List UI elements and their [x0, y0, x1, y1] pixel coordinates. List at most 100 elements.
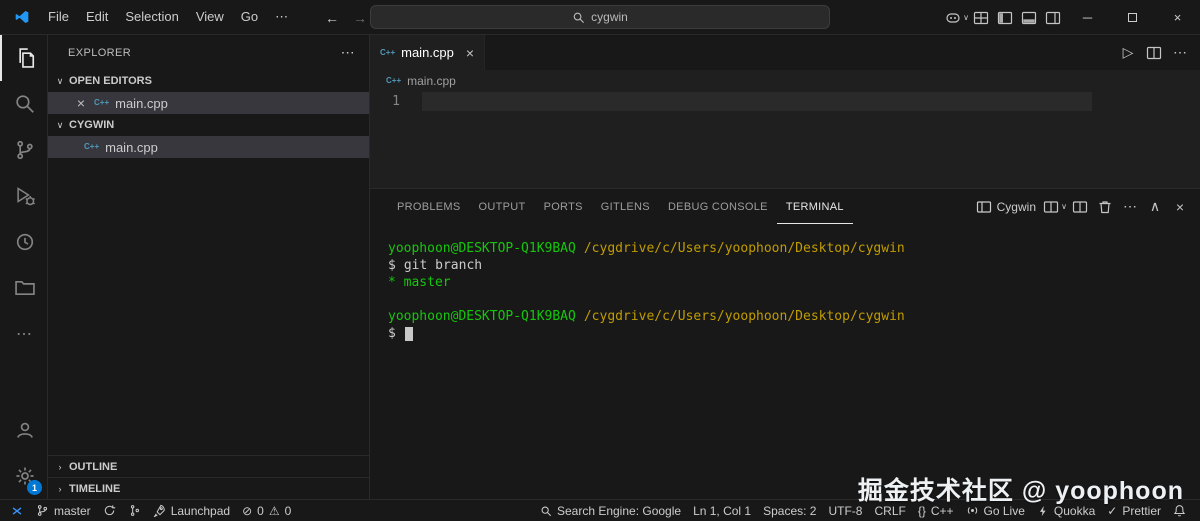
- cpp-file-icon: C++: [84, 142, 100, 151]
- terminal-profile-label: Cygwin: [996, 199, 1036, 214]
- errors-icon: ⊘: [242, 503, 253, 518]
- maximize-button[interactable]: [1110, 0, 1155, 35]
- launchpad-button[interactable]: Launchpad: [147, 500, 236, 521]
- explorer-sidebar: EXPLORER ⋯ ∨ OPEN EDITORS × C++ main.cpp…: [48, 35, 370, 499]
- terminal-input-line[interactable]: $: [388, 325, 1200, 342]
- bottom-panel: PROBLEMS OUTPUT PORTS GITLENS DEBUG CONS…: [370, 188, 1200, 499]
- terminal-user: yoophoon@DESKTOP-Q1K9BAQ: [388, 241, 576, 256]
- menu-file[interactable]: File: [40, 6, 77, 28]
- prompt-symbol: $: [388, 326, 396, 341]
- open-editor-name: main.cpp: [115, 95, 168, 111]
- titlebar: File Edit Selection View Go ⋯ ← → cygwin…: [0, 0, 1200, 35]
- panel-header: PROBLEMS OUTPUT PORTS GITLENS DEBUG CONS…: [370, 189, 1200, 224]
- tab-close-icon[interactable]: ×: [466, 45, 474, 61]
- terminal-output[interactable]: yoophoon@DESKTOP-Q1K9BAQ/cygdrive/c/User…: [370, 224, 1200, 342]
- open-editors-header[interactable]: ∨ OPEN EDITORS: [48, 70, 369, 92]
- maximize-icon: [1128, 13, 1137, 22]
- tab-main-cpp[interactable]: C++ main.cpp ×: [370, 35, 486, 70]
- settings-gear-icon[interactable]: 1: [0, 453, 47, 499]
- toggle-primary-sidebar-icon[interactable]: [993, 6, 1017, 30]
- panel-actions: Cygwin ∨ ⋯ ∧ ×: [970, 195, 1192, 219]
- branch-name: master: [54, 503, 91, 518]
- workspace-label: CYGWIN: [69, 119, 115, 131]
- open-editor-item[interactable]: × C++ main.cpp: [48, 92, 369, 114]
- line-number: 1: [392, 94, 400, 109]
- panel-tab-terminal[interactable]: TERMINAL: [777, 189, 853, 224]
- panel-tab-ports[interactable]: PORTS: [535, 189, 592, 224]
- menu-selection[interactable]: Selection: [117, 6, 186, 28]
- git-branch-status[interactable]: master: [30, 500, 97, 521]
- nav-back-icon[interactable]: ←: [320, 0, 344, 35]
- sync-icon[interactable]: [97, 500, 122, 521]
- activity-folder-icon[interactable]: [0, 265, 47, 311]
- toggle-panel-icon[interactable]: [1017, 6, 1041, 30]
- sidebar-header: EXPLORER ⋯: [48, 35, 369, 70]
- activity-run-debug-icon[interactable]: [0, 173, 47, 219]
- activity-search-icon[interactable]: [0, 81, 47, 127]
- close-editor-icon[interactable]: ×: [74, 96, 88, 110]
- nav-forward-icon[interactable]: →: [348, 0, 372, 35]
- remote-indicator[interactable]: [4, 500, 30, 521]
- statusbar-left: master Launchpad ⊘ 0 ⚠ 0: [4, 500, 297, 521]
- split-terminal-icon[interactable]: [1068, 195, 1092, 219]
- workbench: ⋯ 1 EXPLORER ⋯ ∨ OPEN EDITORS × C++ main…: [0, 35, 1200, 499]
- vscode-logo-icon: [14, 9, 30, 25]
- sidebar-title: EXPLORER: [68, 46, 132, 59]
- file-item-main-cpp[interactable]: C++ main.cpp: [48, 136, 369, 158]
- cpp-file-icon: C++: [386, 76, 402, 85]
- menu-more-icon[interactable]: ⋯: [267, 6, 296, 28]
- breadcrumb-item[interactable]: main.cpp: [407, 74, 456, 88]
- panel-tab-problems[interactable]: PROBLEMS: [388, 189, 470, 224]
- open-editors-label: OPEN EDITORS: [69, 75, 152, 87]
- workspace-header[interactable]: ∨ CYGWIN: [48, 114, 369, 136]
- panel-tab-gitlens[interactable]: GITLENS: [592, 189, 659, 224]
- menu-view[interactable]: View: [188, 6, 232, 28]
- problems-indicator[interactable]: ⊘ 0 ⚠ 0: [236, 500, 297, 521]
- maximize-panel-icon[interactable]: ∧: [1143, 195, 1167, 219]
- close-window-button[interactable]: ×: [1155, 0, 1200, 35]
- kill-terminal-icon[interactable]: [1093, 195, 1117, 219]
- activity-history-icon[interactable]: [0, 219, 47, 265]
- timeline-label: TIMELINE: [69, 482, 121, 495]
- toggle-secondary-sidebar-icon[interactable]: [1041, 6, 1065, 30]
- outline-header[interactable]: › OUTLINE: [48, 455, 369, 477]
- code-line: 1: [370, 92, 1200, 111]
- chevron-down-icon: ∨: [56, 119, 64, 130]
- breadcrumb[interactable]: C++ main.cpp: [370, 70, 1200, 92]
- editor-code-area[interactable]: 1: [370, 92, 1200, 188]
- chevron-right-icon: ›: [58, 461, 62, 472]
- minimize-button[interactable]: ─: [1065, 0, 1110, 35]
- indentation-status[interactable]: Spaces: 2: [757, 500, 822, 521]
- panel-tab-debug-console[interactable]: DEBUG CONSOLE: [659, 189, 777, 224]
- activity-more-icon[interactable]: ⋯: [0, 311, 47, 357]
- menu-edit[interactable]: Edit: [78, 6, 116, 28]
- account-icon[interactable]: [0, 407, 47, 453]
- activity-bar: ⋯ 1: [0, 35, 48, 499]
- copilot-icon[interactable]: ∨: [945, 6, 969, 30]
- close-panel-icon[interactable]: ×: [1168, 195, 1192, 219]
- editor-more-icon[interactable]: ⋯: [1168, 41, 1192, 65]
- sidebar-more-icon[interactable]: ⋯: [341, 44, 355, 61]
- menu-go[interactable]: Go: [233, 6, 266, 28]
- timeline-header[interactable]: › TIMELINE: [48, 477, 369, 499]
- terminal-prompt-line: yoophoon@DESKTOP-Q1K9BAQ/cygdrive/c/User…: [388, 308, 1200, 325]
- split-editor-icon[interactable]: [1142, 41, 1166, 65]
- branch-icon: [37, 505, 48, 516]
- terminal-profile-button[interactable]: Cygwin: [970, 199, 1042, 215]
- activity-source-control-icon[interactable]: [0, 127, 47, 173]
- settings-badge: 1: [27, 480, 42, 495]
- outline-label: OUTLINE: [69, 460, 118, 473]
- menu-bar: File Edit Selection View Go ⋯: [40, 6, 296, 28]
- panel-tab-output[interactable]: OUTPUT: [470, 189, 535, 224]
- run-button[interactable]: ▷: [1116, 41, 1140, 65]
- search-engine-label: Search Engine: Google: [556, 503, 682, 518]
- launch-profile-icon[interactable]: ∨: [1043, 195, 1067, 219]
- search-engine-status[interactable]: Search Engine: Google: [534, 500, 687, 521]
- customize-layout-icon[interactable]: [969, 6, 993, 30]
- cursor-position-status[interactable]: Ln 1, Col 1: [687, 500, 757, 521]
- chevron-down-icon: ∨: [56, 75, 64, 86]
- command-center-search[interactable]: cygwin: [370, 5, 830, 29]
- commit-graph-icon[interactable]: [122, 500, 147, 521]
- panel-more-icon[interactable]: ⋯: [1118, 195, 1142, 219]
- activity-explorer-icon[interactable]: [0, 35, 47, 81]
